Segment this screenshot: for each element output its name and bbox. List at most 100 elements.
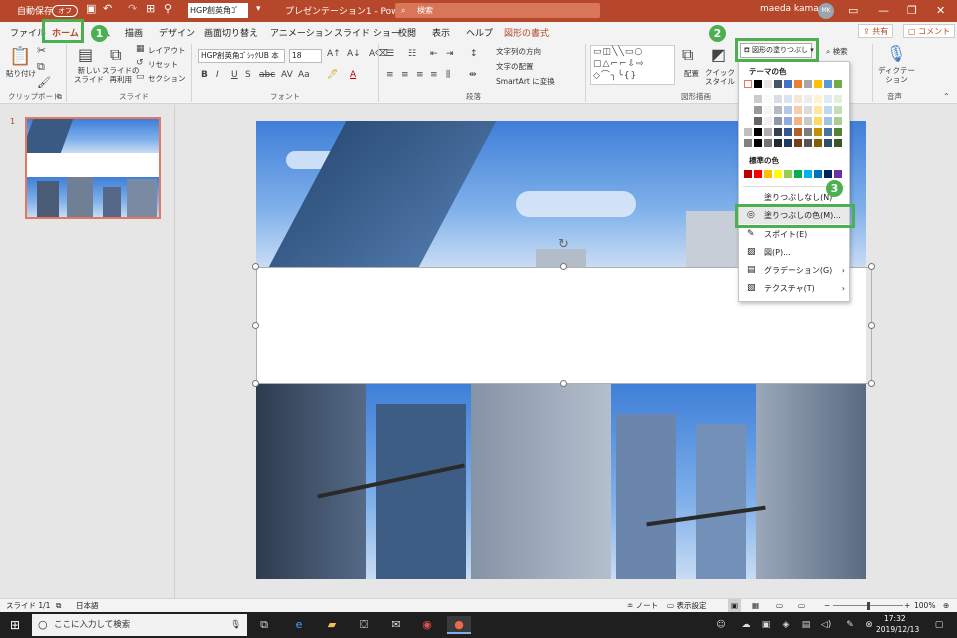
notification-icon[interactable]: ▢	[930, 616, 948, 634]
theme-color-shade-swatch[interactable]	[834, 139, 842, 147]
theme-color-shade-swatch[interactable]	[804, 128, 812, 136]
task-view-icon[interactable]: ⧉	[255, 616, 273, 634]
theme-color-shade-swatch[interactable]	[764, 106, 772, 114]
clock-time[interactable]: 17:32	[884, 614, 906, 623]
theme-color-swatch[interactable]	[764, 80, 772, 88]
shrink-font-icon[interactable]: A↓	[347, 49, 361, 59]
theme-color-shade-swatch[interactable]	[804, 117, 812, 125]
resize-handle[interactable]	[252, 380, 259, 387]
quick-style-label[interactable]: クイック スタイル	[705, 68, 735, 86]
search-box[interactable]: ⌕ 検索	[395, 3, 600, 18]
autosave-toggle[interactable]: オフ	[52, 5, 78, 17]
share-button[interactable]: ⇪ 共有	[858, 24, 894, 38]
reset-label[interactable]: リセット	[148, 59, 178, 70]
tray-icon[interactable]: ◈	[777, 616, 795, 634]
theme-color-shade-swatch[interactable]	[814, 95, 822, 103]
theme-color-shade-swatch[interactable]	[744, 106, 752, 114]
theme-color-shade-swatch[interactable]	[754, 128, 762, 136]
theme-color-shade-swatch[interactable]	[824, 128, 832, 136]
reuse-slides-icon[interactable]: ⧉	[110, 45, 121, 65]
theme-color-shade-swatch[interactable]	[814, 128, 822, 136]
theme-color-shade-swatch[interactable]	[814, 117, 822, 125]
clipboard-launcher-icon[interactable]: ⧉	[57, 93, 62, 102]
collapse-ribbon-icon[interactable]: ⌃	[943, 92, 950, 101]
theme-color-shade-swatch[interactable]	[774, 128, 782, 136]
theme-color-shade-swatch[interactable]	[804, 106, 812, 114]
layout-label[interactable]: レイアウト	[148, 45, 186, 56]
text-direction-label[interactable]: 文字列の方向	[496, 46, 541, 57]
theme-color-shade-swatch[interactable]	[794, 139, 802, 147]
reuse-slides-label[interactable]: スライドの 再利用	[102, 66, 140, 84]
taskbar-search-box[interactable]: ○ ここに入力して検索 🎙	[32, 614, 247, 636]
comment-button[interactable]: ▢ コメント	[903, 24, 956, 38]
theme-color-shade-swatch[interactable]	[834, 128, 842, 136]
theme-color-shade-swatch[interactable]	[764, 117, 772, 125]
cut-icon[interactable]: ✂	[37, 44, 46, 57]
reset-icon[interactable]: ↺	[136, 58, 144, 68]
align-center-icon[interactable]: ≡	[401, 70, 409, 80]
underline-icon[interactable]: U	[231, 70, 238, 80]
align-right-icon[interactable]: ≡	[416, 70, 424, 80]
italic-icon[interactable]: I	[216, 70, 219, 80]
theme-color-swatch[interactable]	[794, 80, 802, 88]
resize-handle[interactable]	[868, 263, 875, 270]
paste-label[interactable]: 貼り付け	[6, 68, 36, 79]
display-settings-button[interactable]: ▭ 表示設定	[667, 599, 706, 612]
line-spacing-icon[interactable]: ↕	[470, 49, 478, 59]
restore-button[interactable]: ❐	[907, 4, 917, 17]
resize-handle[interactable]	[868, 322, 875, 329]
ribbon-display-icon[interactable]: ▭	[848, 4, 858, 17]
theme-color-shade-swatch[interactable]	[804, 95, 812, 103]
theme-color-shade-swatch[interactable]	[784, 128, 792, 136]
notes-button[interactable]: ≐ ノート	[627, 599, 658, 612]
resize-handle[interactable]	[252, 322, 259, 329]
char-spacing-icon[interactable]: AV	[281, 70, 293, 80]
resize-handle[interactable]	[560, 380, 567, 387]
section-icon[interactable]: ▭	[136, 72, 145, 82]
slideshow-view-icon[interactable]: ▭	[798, 599, 805, 612]
people-icon[interactable]: ☺	[712, 616, 730, 634]
theme-color-shade-swatch[interactable]	[774, 106, 782, 114]
rotate-handle-icon[interactable]: ↻	[558, 237, 569, 252]
standard-color-swatch[interactable]	[794, 170, 802, 178]
theme-color-shade-swatch[interactable]	[754, 95, 762, 103]
tab-view[interactable]: 表示	[432, 26, 450, 39]
theme-color-shade-swatch[interactable]	[744, 139, 752, 147]
quick-access-icon[interactable]: ⚲	[164, 2, 172, 15]
theme-color-shade-swatch[interactable]	[744, 117, 752, 125]
theme-color-shade-swatch[interactable]	[754, 117, 762, 125]
decrease-indent-icon[interactable]: ⇤	[430, 49, 438, 59]
distribute-icon[interactable]: ⇹	[469, 70, 477, 80]
theme-color-swatch[interactable]	[774, 80, 782, 88]
windows-start-icon[interactable]: ⊞	[10, 618, 20, 632]
normal-view-icon[interactable]: ▣	[728, 599, 742, 612]
shadow-icon[interactable]: S	[245, 70, 251, 80]
theme-color-shade-swatch[interactable]	[764, 128, 772, 136]
slide-sorter-icon[interactable]: ▦	[752, 599, 759, 612]
onedrive-icon[interactable]: ☁	[737, 616, 755, 634]
menu-item-picture[interactable]: ▨ 図(P)...	[739, 244, 849, 261]
theme-color-shade-swatch[interactable]	[784, 139, 792, 147]
theme-color-shade-swatch[interactable]	[814, 139, 822, 147]
theme-color-shade-swatch[interactable]	[834, 117, 842, 125]
tab-shape-format[interactable]: 図形の書式	[504, 26, 549, 39]
theme-color-shade-swatch[interactable]	[764, 95, 772, 103]
microphone-icon[interactable]: 🎙	[886, 44, 906, 63]
file-explorer-icon[interactable]: ▰	[323, 616, 341, 634]
user-name[interactable]: maeda kamari	[760, 4, 825, 14]
arrange-label[interactable]: 配置	[684, 68, 699, 79]
justify-icon[interactable]: ≡	[430, 70, 438, 80]
theme-color-swatch[interactable]	[744, 80, 752, 88]
find-button[interactable]: ⌕ 検索	[826, 46, 848, 57]
theme-color-shade-swatch[interactable]	[774, 117, 782, 125]
slide-thumbnail[interactable]	[25, 117, 161, 219]
smartart-label[interactable]: SmartArt に変換	[496, 76, 555, 87]
tab-transitions[interactable]: 画面切り替え	[204, 26, 258, 39]
zoom-level[interactable]: 100%	[914, 599, 935, 612]
font-size-dropdown[interactable]: 18	[289, 49, 322, 63]
theme-color-shade-swatch[interactable]	[794, 106, 802, 114]
bottom-photo[interactable]	[256, 384, 866, 579]
reading-view-icon[interactable]: ▭	[776, 599, 783, 612]
theme-color-shade-swatch[interactable]	[744, 95, 752, 103]
presentation-icon[interactable]: ⊞	[146, 2, 155, 15]
